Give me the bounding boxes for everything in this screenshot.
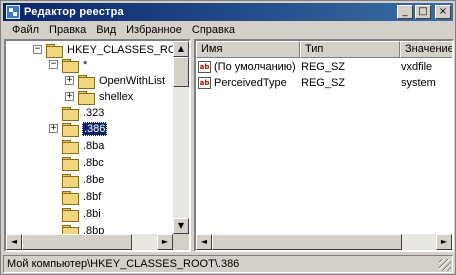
tree-item-label: .386 (82, 121, 108, 136)
collapse-icon[interactable]: − (49, 60, 58, 69)
folder-icon (62, 190, 79, 205)
tree-item-selected[interactable]: + .386 (49, 120, 108, 137)
collapse-icon[interactable]: − (33, 45, 42, 54)
value-type: REG_SZ (301, 77, 346, 89)
tree-item[interactable]: .8be (62, 171, 105, 188)
tree-item[interactable]: + OpenWithList (65, 72, 166, 89)
status-path: Мой компьютер\HKEY_CLASSES_ROOT\.386 (7, 258, 240, 270)
string-value-icon: ab (198, 77, 211, 89)
scroll-right-button[interactable]: ► (436, 234, 452, 250)
tree-item[interactable]: .8bc (62, 154, 105, 171)
title-buttons: _ □ × (397, 5, 451, 19)
tree-item-label: * (83, 58, 88, 71)
column-header-type[interactable]: Тип (300, 41, 400, 58)
scroll-left-button[interactable]: ◄ (196, 234, 212, 250)
expand-icon[interactable]: + (49, 124, 58, 133)
folder-icon (62, 122, 79, 137)
status-bar: Мой компьютер\HKEY_CLASSES_ROOT\.386 (3, 255, 453, 273)
folder-icon (62, 207, 79, 222)
tree-item-label: .323 (83, 106, 105, 119)
expand-icon[interactable]: + (65, 92, 74, 101)
folder-icon (62, 139, 79, 154)
tree-item-label: OpenWithList (99, 74, 166, 87)
tree-item-label: shellex (99, 90, 134, 103)
folder-open-icon (46, 43, 63, 58)
tree-item[interactable]: .8bf (62, 188, 102, 205)
tree-item[interactable]: .323 (62, 104, 105, 121)
folder-icon (62, 58, 79, 73)
value-row[interactable]: ab (По умолчанию) REG_SZ vxdfile (198, 59, 450, 75)
menu-favorites[interactable]: Избранное (121, 24, 187, 36)
window-title: Редактор реестра (24, 6, 124, 18)
expand-icon[interactable]: + (65, 76, 74, 85)
value-name: (По умолчанию) (214, 61, 296, 73)
scroll-thumb[interactable] (173, 57, 189, 87)
menu-view[interactable]: Вид (91, 24, 121, 36)
tree-item-label: .8bc (83, 156, 104, 169)
folder-icon (78, 74, 95, 89)
title-bar[interactable]: Редактор реестра _ □ × (3, 3, 453, 21)
folder-icon (62, 173, 79, 188)
scroll-up-button[interactable]: ▲ (173, 41, 189, 57)
key-tree-pane[interactable]: − HKEY_CLASSES_ROOT − * + OpenWithList +… (4, 39, 191, 252)
scroll-left-button[interactable]: ◄ (6, 234, 22, 250)
resize-grip-icon[interactable] (439, 259, 451, 271)
scroll-corner (173, 234, 189, 250)
values-pane[interactable]: Имя Тип Значение ab (По умолчанию) REG_S… (194, 39, 454, 252)
tree-item[interactable]: + shellex (65, 88, 134, 105)
close-button[interactable]: × (435, 5, 451, 19)
folder-icon (62, 106, 79, 121)
tree-item-label: .8bf (83, 190, 102, 203)
tree-item-label: .8bi (83, 207, 101, 220)
scroll-right-button[interactable]: ► (157, 234, 173, 250)
column-header-name[interactable]: Имя (196, 41, 300, 58)
tree-item-label: .8be (83, 173, 105, 186)
scroll-thumb[interactable] (22, 234, 132, 250)
tree-horizontal-scrollbar[interactable]: ◄ ► (6, 234, 189, 250)
scroll-thumb[interactable] (212, 234, 402, 250)
value-type: REG_SZ (301, 61, 346, 73)
menu-edit[interactable]: Правка (44, 24, 91, 36)
menu-help[interactable]: Справка (187, 24, 240, 36)
regedit-app-icon (6, 5, 20, 19)
menu-bar: Файл Правка Вид Избранное Справка (3, 21, 453, 39)
value-row[interactable]: ab PerceivedType REG_SZ system (198, 75, 450, 91)
scroll-down-button[interactable]: ▼ (173, 218, 189, 234)
menu-file[interactable]: Файл (7, 24, 44, 36)
values-horizontal-scrollbar[interactable]: ◄ ► (196, 234, 452, 250)
value-data: vxdfile (401, 61, 433, 73)
tree-item[interactable]: .8ba (62, 137, 105, 154)
string-value-icon: ab (198, 61, 211, 73)
tree-vertical-scrollbar[interactable]: ▲ ▼ (173, 41, 189, 234)
tree-item[interactable]: .8bi (62, 205, 102, 222)
value-data: system (401, 77, 436, 89)
value-name: PerceivedType (214, 77, 287, 89)
column-header-data[interactable]: Значение (400, 41, 452, 58)
tree-item-label: .8ba (83, 139, 105, 152)
folder-icon (62, 156, 79, 171)
registry-editor-window: Редактор реестра _ □ × Файл Правка Вид И… (0, 0, 456, 275)
tree-item[interactable]: − * (49, 56, 88, 73)
minimize-button[interactable]: _ (397, 5, 413, 19)
maximize-button[interactable]: □ (415, 5, 431, 19)
folder-icon (78, 90, 95, 105)
